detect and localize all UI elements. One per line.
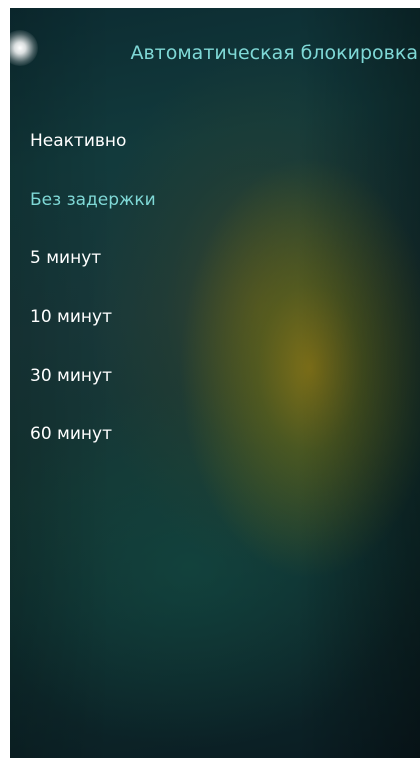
option-no-delay[interactable]: Без задержки <box>30 171 410 230</box>
option-inactive[interactable]: Неактивно <box>30 112 410 171</box>
option-60-minutes[interactable]: 60 минут <box>30 405 410 464</box>
option-5-minutes[interactable]: 5 минут <box>30 229 410 288</box>
lock-delay-options-list: Неактивно Без задержки 5 минут 10 минут … <box>30 112 410 464</box>
option-30-minutes[interactable]: 30 минут <box>30 346 410 405</box>
page-title: Автоматическая блокировка <box>130 42 418 64</box>
settings-screen: Автоматическая блокировка Неактивно Без … <box>10 8 420 758</box>
option-10-minutes[interactable]: 10 минут <box>30 288 410 347</box>
pulley-menu-indicator-icon <box>10 30 38 66</box>
